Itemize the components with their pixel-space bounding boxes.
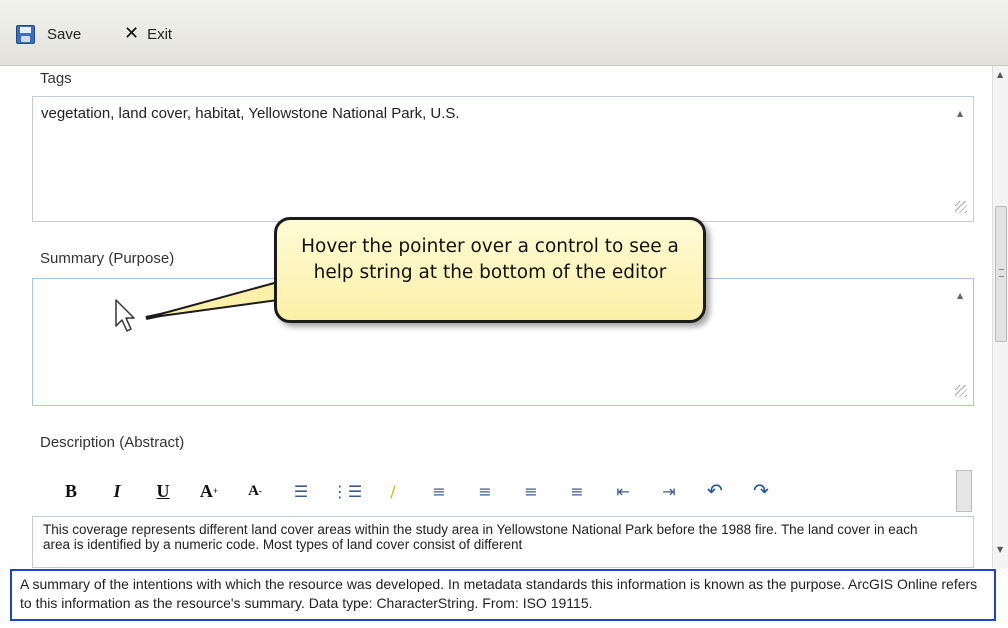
align-right-icon[interactable]: ≡: [508, 478, 554, 504]
tags-label: Tags: [40, 70, 72, 87]
save-label: Save: [47, 25, 82, 43]
indent-icon[interactable]: ⇥: [646, 478, 692, 504]
bullet-list-icon[interactable]: ☰: [278, 478, 324, 504]
scroll-up-icon[interactable]: ▲: [957, 109, 963, 118]
tags-scrollbar[interactable]: ▲: [955, 105, 967, 213]
undo-icon[interactable]: ↶: [692, 478, 738, 504]
tags-field[interactable]: vegetation, land cover, habitat, Yellows…: [32, 96, 974, 222]
scroll-down-icon[interactable]: ▼: [997, 545, 1003, 554]
save-icon: [16, 24, 35, 44]
font-larger-icon: A: [199, 480, 213, 501]
redo-icon[interactable]: ↷: [738, 478, 784, 504]
scrollbar-grip-icon: [999, 269, 1004, 277]
help-string-bar: A summary of the intentions with which t…: [10, 569, 996, 621]
editor-toolbar: Save ✕ Exit: [0, 0, 1008, 66]
highlight-icon[interactable]: ∕: [370, 478, 416, 504]
close-icon: ✕: [124, 23, 140, 44]
font-larger-button[interactable]: A +: [186, 478, 232, 504]
align-center-icon[interactable]: ≡: [462, 478, 508, 504]
description-label: Description (Abstract): [40, 434, 185, 451]
scroll-up-icon[interactable]: ▲: [957, 291, 963, 300]
italic-button[interactable]: I: [94, 478, 140, 504]
mouse-pointer-icon: [115, 299, 135, 332]
resize-grip-icon[interactable]: [955, 385, 967, 397]
exit-label: Exit: [147, 25, 173, 43]
scroll-up-icon[interactable]: ▲: [997, 70, 1003, 79]
callout-text: Hover the pointer over a control to see …: [301, 236, 679, 283]
numbered-list-icon[interactable]: ⋮☰: [324, 478, 370, 504]
editor-scrollbar[interactable]: ▲ ▼: [992, 66, 1008, 568]
rich-text-toolbar: B I U A + A- ☰ ⋮☰ ∕ ≡ ≡ ≡ ≡ ⇤ ⇥ ↶ ↷: [48, 476, 784, 506]
resize-grip-icon[interactable]: [955, 201, 967, 213]
font-smaller-icon: A: [248, 482, 259, 499]
align-left-icon[interactable]: ≡: [416, 478, 462, 504]
help-string-text: A summary of the intentions with which t…: [20, 576, 978, 611]
tags-value: vegetation, land cover, habitat, Yellows…: [41, 105, 460, 122]
exit-button[interactable]: ✕ Exit: [124, 22, 172, 46]
save-button[interactable]: Save: [16, 22, 81, 46]
description-scrollbar[interactable]: [956, 470, 972, 512]
scrollbar-thumb[interactable]: [995, 206, 1007, 342]
underline-button[interactable]: U: [140, 478, 186, 504]
description-field[interactable]: This coverage represents different land …: [32, 516, 974, 568]
bold-button[interactable]: B: [48, 478, 94, 504]
summary-label: Summary (Purpose): [40, 250, 175, 267]
font-smaller-button[interactable]: A-: [232, 478, 278, 504]
outdent-icon[interactable]: ⇤: [600, 478, 646, 504]
help-callout: Hover the pointer over a control to see …: [274, 217, 706, 323]
summary-scrollbar[interactable]: ▲: [955, 287, 967, 397]
description-value: This coverage represents different land …: [43, 522, 918, 552]
justify-icon[interactable]: ≡: [554, 478, 600, 504]
